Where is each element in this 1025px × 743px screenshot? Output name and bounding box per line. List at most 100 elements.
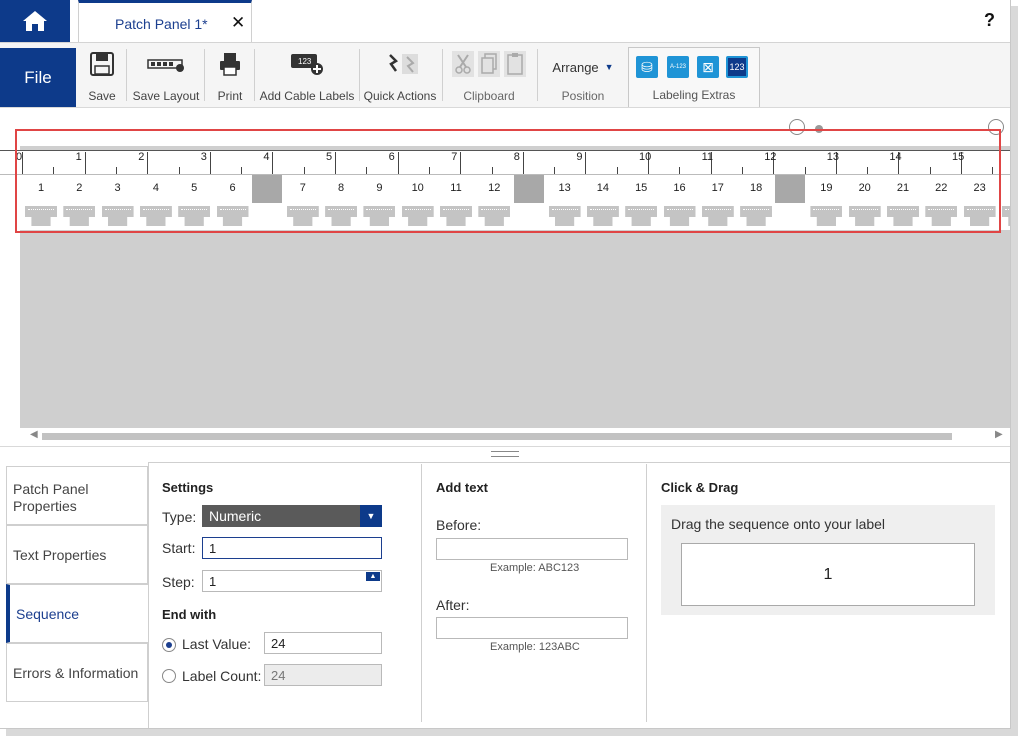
jack-pins (142, 209, 169, 213)
port-label[interactable]: 12 (475, 175, 513, 230)
floppy-disk-icon (90, 52, 114, 76)
start-input[interactable]: 1 (202, 537, 382, 559)
zoom-slider-thumb[interactable] (815, 125, 823, 133)
type-value: Numeric (209, 508, 262, 524)
side-tab-text-properties[interactable]: Text Properties (6, 525, 148, 584)
side-tab-patch-panel-properties[interactable]: Patch Panel Properties (6, 466, 148, 525)
jack-pins (890, 209, 916, 213)
app-window: Patch Panel 1* ✕ ? File Save Save Layout… (0, 0, 1011, 729)
text-prefix-icon[interactable]: A-123 (667, 56, 689, 78)
last-value-label: Last Value: (182, 636, 252, 652)
side-tab-errors-information[interactable]: Errors & Information (6, 643, 148, 702)
grip-icon[interactable] (491, 451, 519, 457)
ruler-number: 7 (451, 151, 458, 163)
tab-title: Patch Panel 1* (115, 16, 208, 32)
side-tab-sequence[interactable]: Sequence (6, 584, 148, 643)
ruler-tick (272, 152, 274, 174)
port-label[interactable]: 17 (699, 175, 737, 230)
after-input[interactable] (436, 617, 628, 639)
arrange-dropdown[interactable]: Arrange ▼ (545, 49, 621, 85)
save-button[interactable]: Save (84, 49, 120, 105)
port-number: 21 (896, 182, 910, 194)
port-label[interactable]: 5 (175, 175, 213, 230)
zoom-out-icon[interactable] (789, 119, 805, 135)
port-label[interactable]: 2 (60, 175, 98, 230)
port-label[interactable]: 22 (922, 175, 960, 230)
paste-icon[interactable] (504, 51, 526, 77)
file-button[interactable]: File (0, 48, 76, 107)
port-label[interactable]: 7 (284, 175, 322, 230)
cut-icon[interactable] (452, 51, 474, 77)
port-label[interactable]: 21 (884, 175, 922, 230)
last-value-input[interactable]: 24 (264, 632, 382, 654)
port-label[interactable]: 10 (399, 175, 437, 230)
ruler-number: 12 (764, 151, 777, 163)
patch-panel-preview[interactable]: 12345678910111213141516171819202122232 (20, 175, 1010, 230)
port-label[interactable]: 3 (99, 175, 137, 230)
port-label[interactable]: 6 (214, 175, 252, 230)
port-label[interactable]: 13 (546, 175, 584, 230)
label-count-input[interactable]: 24 (264, 664, 382, 686)
ruler-minor-tick (804, 167, 806, 174)
port-number: 20 (858, 182, 871, 194)
horizontal-scrollbar[interactable]: ◀ ▶ (20, 428, 1010, 446)
scroll-right-icon[interactable]: ▶ (995, 429, 1003, 440)
port-number: 14 (596, 182, 610, 194)
print-button[interactable]: Print (211, 49, 249, 105)
zoom-in-icon[interactable] (988, 119, 1004, 135)
port-label[interactable]: 19 (807, 175, 845, 230)
jack-pins (551, 209, 578, 213)
port-label[interactable]: 8 (322, 175, 360, 230)
jack-pins (28, 209, 54, 213)
ruler-number: 11 (701, 151, 714, 163)
port-label[interactable]: 2 (999, 175, 1010, 230)
ruler-minor-tick (554, 167, 556, 174)
port-label[interactable]: 14 (584, 175, 622, 230)
blank-spacer (513, 175, 544, 203)
panel-splitter[interactable] (0, 446, 1010, 463)
copy-icon[interactable] (478, 51, 500, 77)
port-label[interactable]: 23 (961, 175, 999, 230)
port-number: 16 (673, 182, 686, 194)
scroll-left-icon[interactable]: ◀ (30, 429, 38, 440)
last-value-radio[interactable] (162, 638, 176, 652)
step-input[interactable]: 1 ▲ (202, 570, 382, 592)
quick-actions-icon (389, 54, 418, 74)
port-label[interactable]: 9 (360, 175, 398, 230)
close-icon[interactable]: ✕ (231, 13, 245, 33)
quick-actions-button[interactable]: Quick Actions (362, 49, 438, 105)
scrollbar-thumb[interactable] (42, 433, 952, 440)
canvas-header (20, 108, 1010, 146)
jack-pins (289, 209, 316, 213)
port-label[interactable]: 4 (137, 175, 175, 230)
sequence-drag-preview[interactable]: 1 (681, 543, 975, 606)
port-label[interactable]: 15 (622, 175, 660, 230)
save-layout-button[interactable]: Save Layout (131, 49, 201, 105)
cross-connect-icon[interactable]: ⊠ (697, 56, 719, 78)
patch-panel-save-icon (147, 59, 184, 72)
port-label[interactable]: 20 (846, 175, 884, 230)
ruler-number: 9 (576, 151, 583, 163)
ruler-number: 4 (263, 151, 270, 163)
ruler-number: 6 (388, 151, 395, 163)
port-label[interactable]: 18 (737, 175, 775, 230)
label-count-label: Label Count: (182, 668, 262, 684)
before-input[interactable] (436, 538, 628, 560)
home-button[interactable] (0, 0, 70, 42)
help-button[interactable]: ? (984, 10, 995, 31)
ruler-minor-tick (366, 167, 368, 174)
tab-patch-panel[interactable]: Patch Panel 1* ✕ (78, 0, 252, 42)
dropdown-arrow-icon[interactable]: ▼ (360, 505, 382, 527)
database-icon[interactable]: ⛁ (636, 56, 658, 78)
clipboard-group: Clipboard (446, 49, 532, 105)
port-label[interactable]: 16 (661, 175, 699, 230)
jack-pins (104, 209, 131, 213)
add-cable-labels-button[interactable]: 123 Add Cable Labels (258, 49, 356, 105)
sequence-icon[interactable]: 123 (726, 56, 748, 78)
type-select[interactable]: Numeric ▼ (202, 505, 382, 527)
spin-up-icon[interactable]: ▲ (366, 572, 380, 581)
port-label[interactable]: 1 (22, 175, 60, 230)
label-count-radio[interactable] (162, 669, 176, 683)
arrange-group: Arrange ▼ Position (545, 49, 621, 105)
port-label[interactable]: 11 (437, 175, 475, 230)
